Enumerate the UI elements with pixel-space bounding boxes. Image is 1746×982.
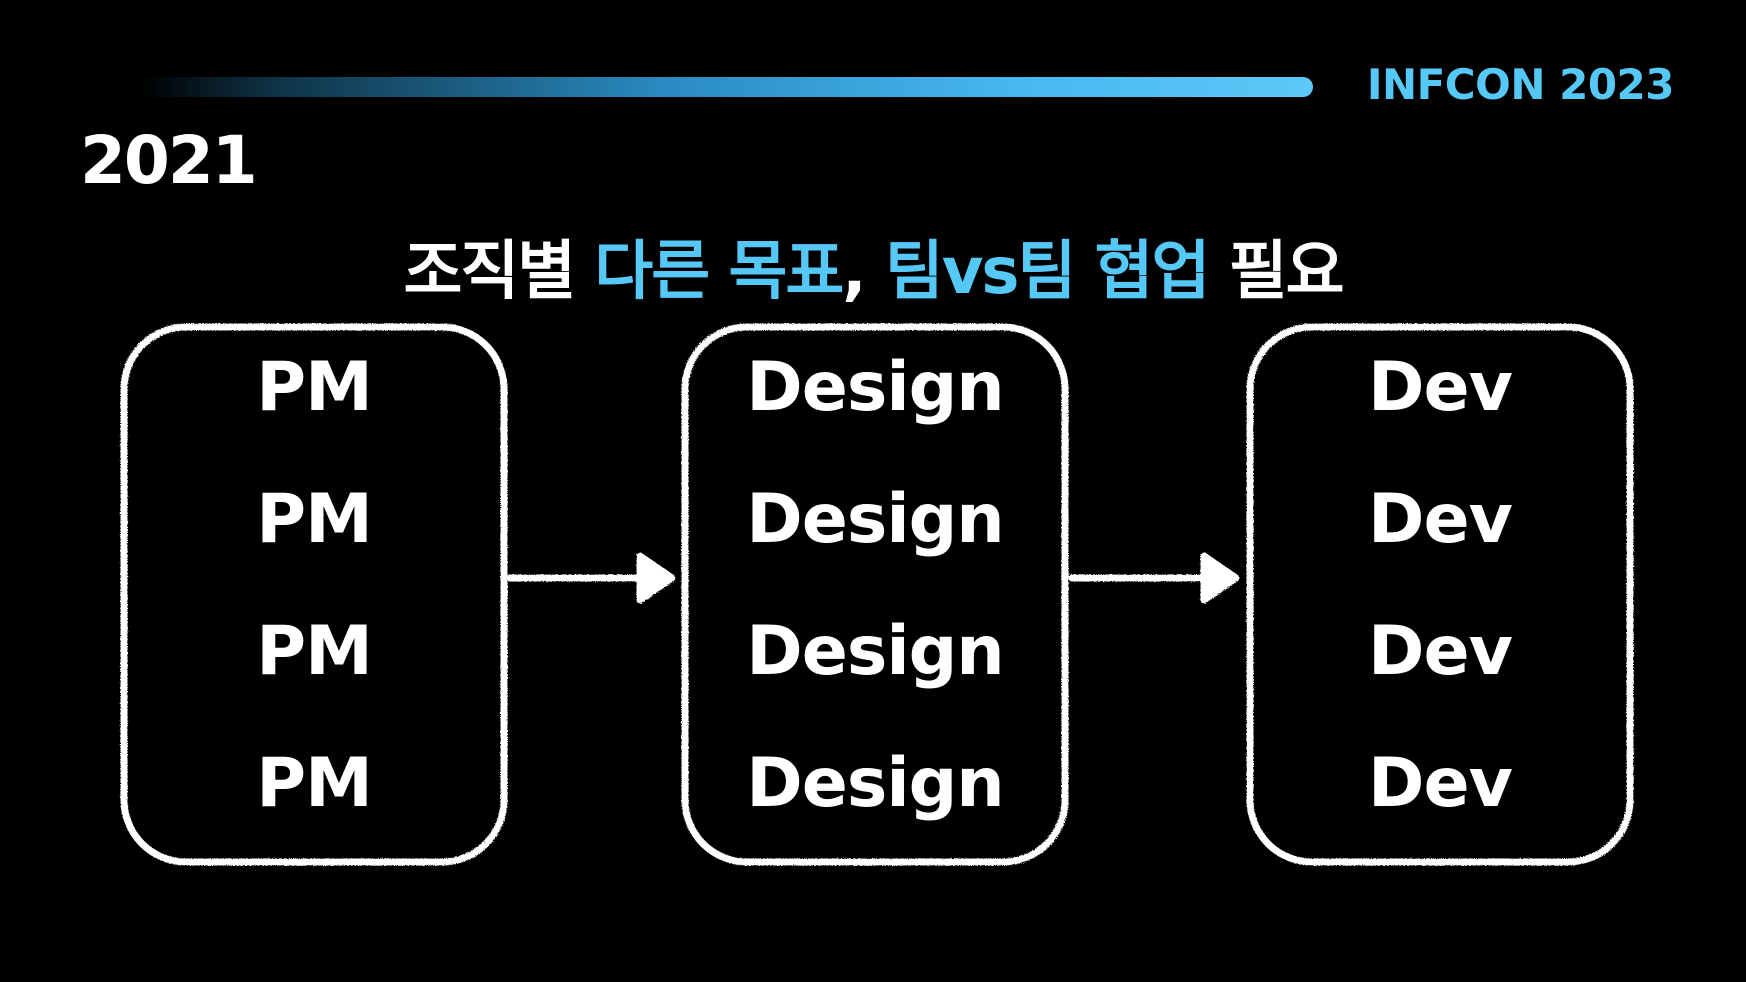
dev-item: Dev	[1368, 480, 1513, 559]
arrow-pm-to-design-head	[636, 552, 676, 604]
design-item: Design	[746, 612, 1004, 691]
design-column: Design Design Design Design	[685, 322, 1065, 862]
dev-item: Dev	[1368, 612, 1513, 691]
pm-item: PM	[256, 744, 373, 823]
dev-item: Dev	[1368, 744, 1513, 823]
dev-item: Dev	[1368, 348, 1513, 427]
design-item: Design	[746, 348, 1004, 427]
slide: INFCON 2023 2021 조직별 다른 목표, 팀vs팀 협업 필요 P…	[0, 0, 1746, 982]
dev-column: Dev Dev Dev Dev	[1250, 322, 1630, 862]
design-item: Design	[746, 744, 1004, 823]
pm-column: PM PM PM PM	[124, 322, 504, 862]
pm-item: PM	[256, 348, 373, 427]
design-item: Design	[746, 480, 1004, 559]
pm-item: PM	[256, 612, 373, 691]
arrow-design-to-dev-head	[1200, 552, 1240, 604]
pm-item: PM	[256, 480, 373, 559]
